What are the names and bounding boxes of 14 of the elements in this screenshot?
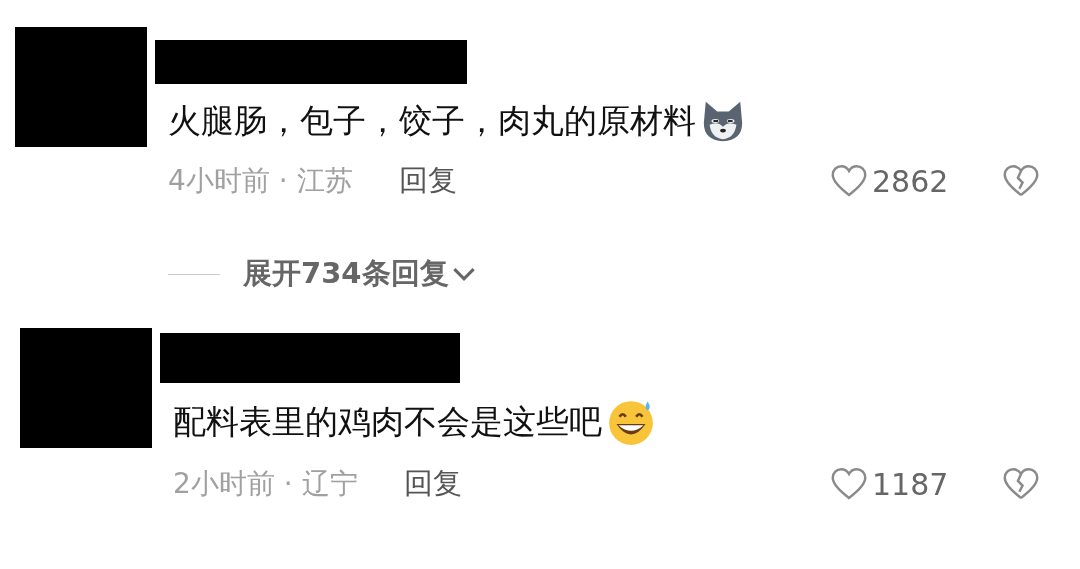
like-count: 1187 bbox=[872, 466, 950, 502]
reply-button[interactable]: 回复 bbox=[403, 464, 462, 504]
comment-text: 火腿肠，包子，饺子，肉丸的原材料 bbox=[168, 99, 696, 142]
chevron-down-icon bbox=[450, 266, 477, 282]
heart-icon[interactable] bbox=[830, 467, 868, 501]
like-count: 2862 bbox=[872, 163, 950, 199]
broken-heart-icon[interactable] bbox=[1002, 164, 1040, 198]
comment-time-location: 2小时前 · 辽宁 bbox=[173, 466, 358, 502]
expand-replies-button[interactable]: 展开734条回复 bbox=[243, 254, 477, 294]
reply-button[interactable]: 回复 bbox=[398, 161, 457, 201]
heart-icon[interactable] bbox=[830, 164, 868, 198]
comment-text: 配料表里的鸡肉不会是这些吧 bbox=[173, 400, 602, 443]
comment-time-location: 4小时前 · 江苏 bbox=[168, 163, 353, 199]
broken-heart-icon[interactable] bbox=[1002, 467, 1040, 501]
